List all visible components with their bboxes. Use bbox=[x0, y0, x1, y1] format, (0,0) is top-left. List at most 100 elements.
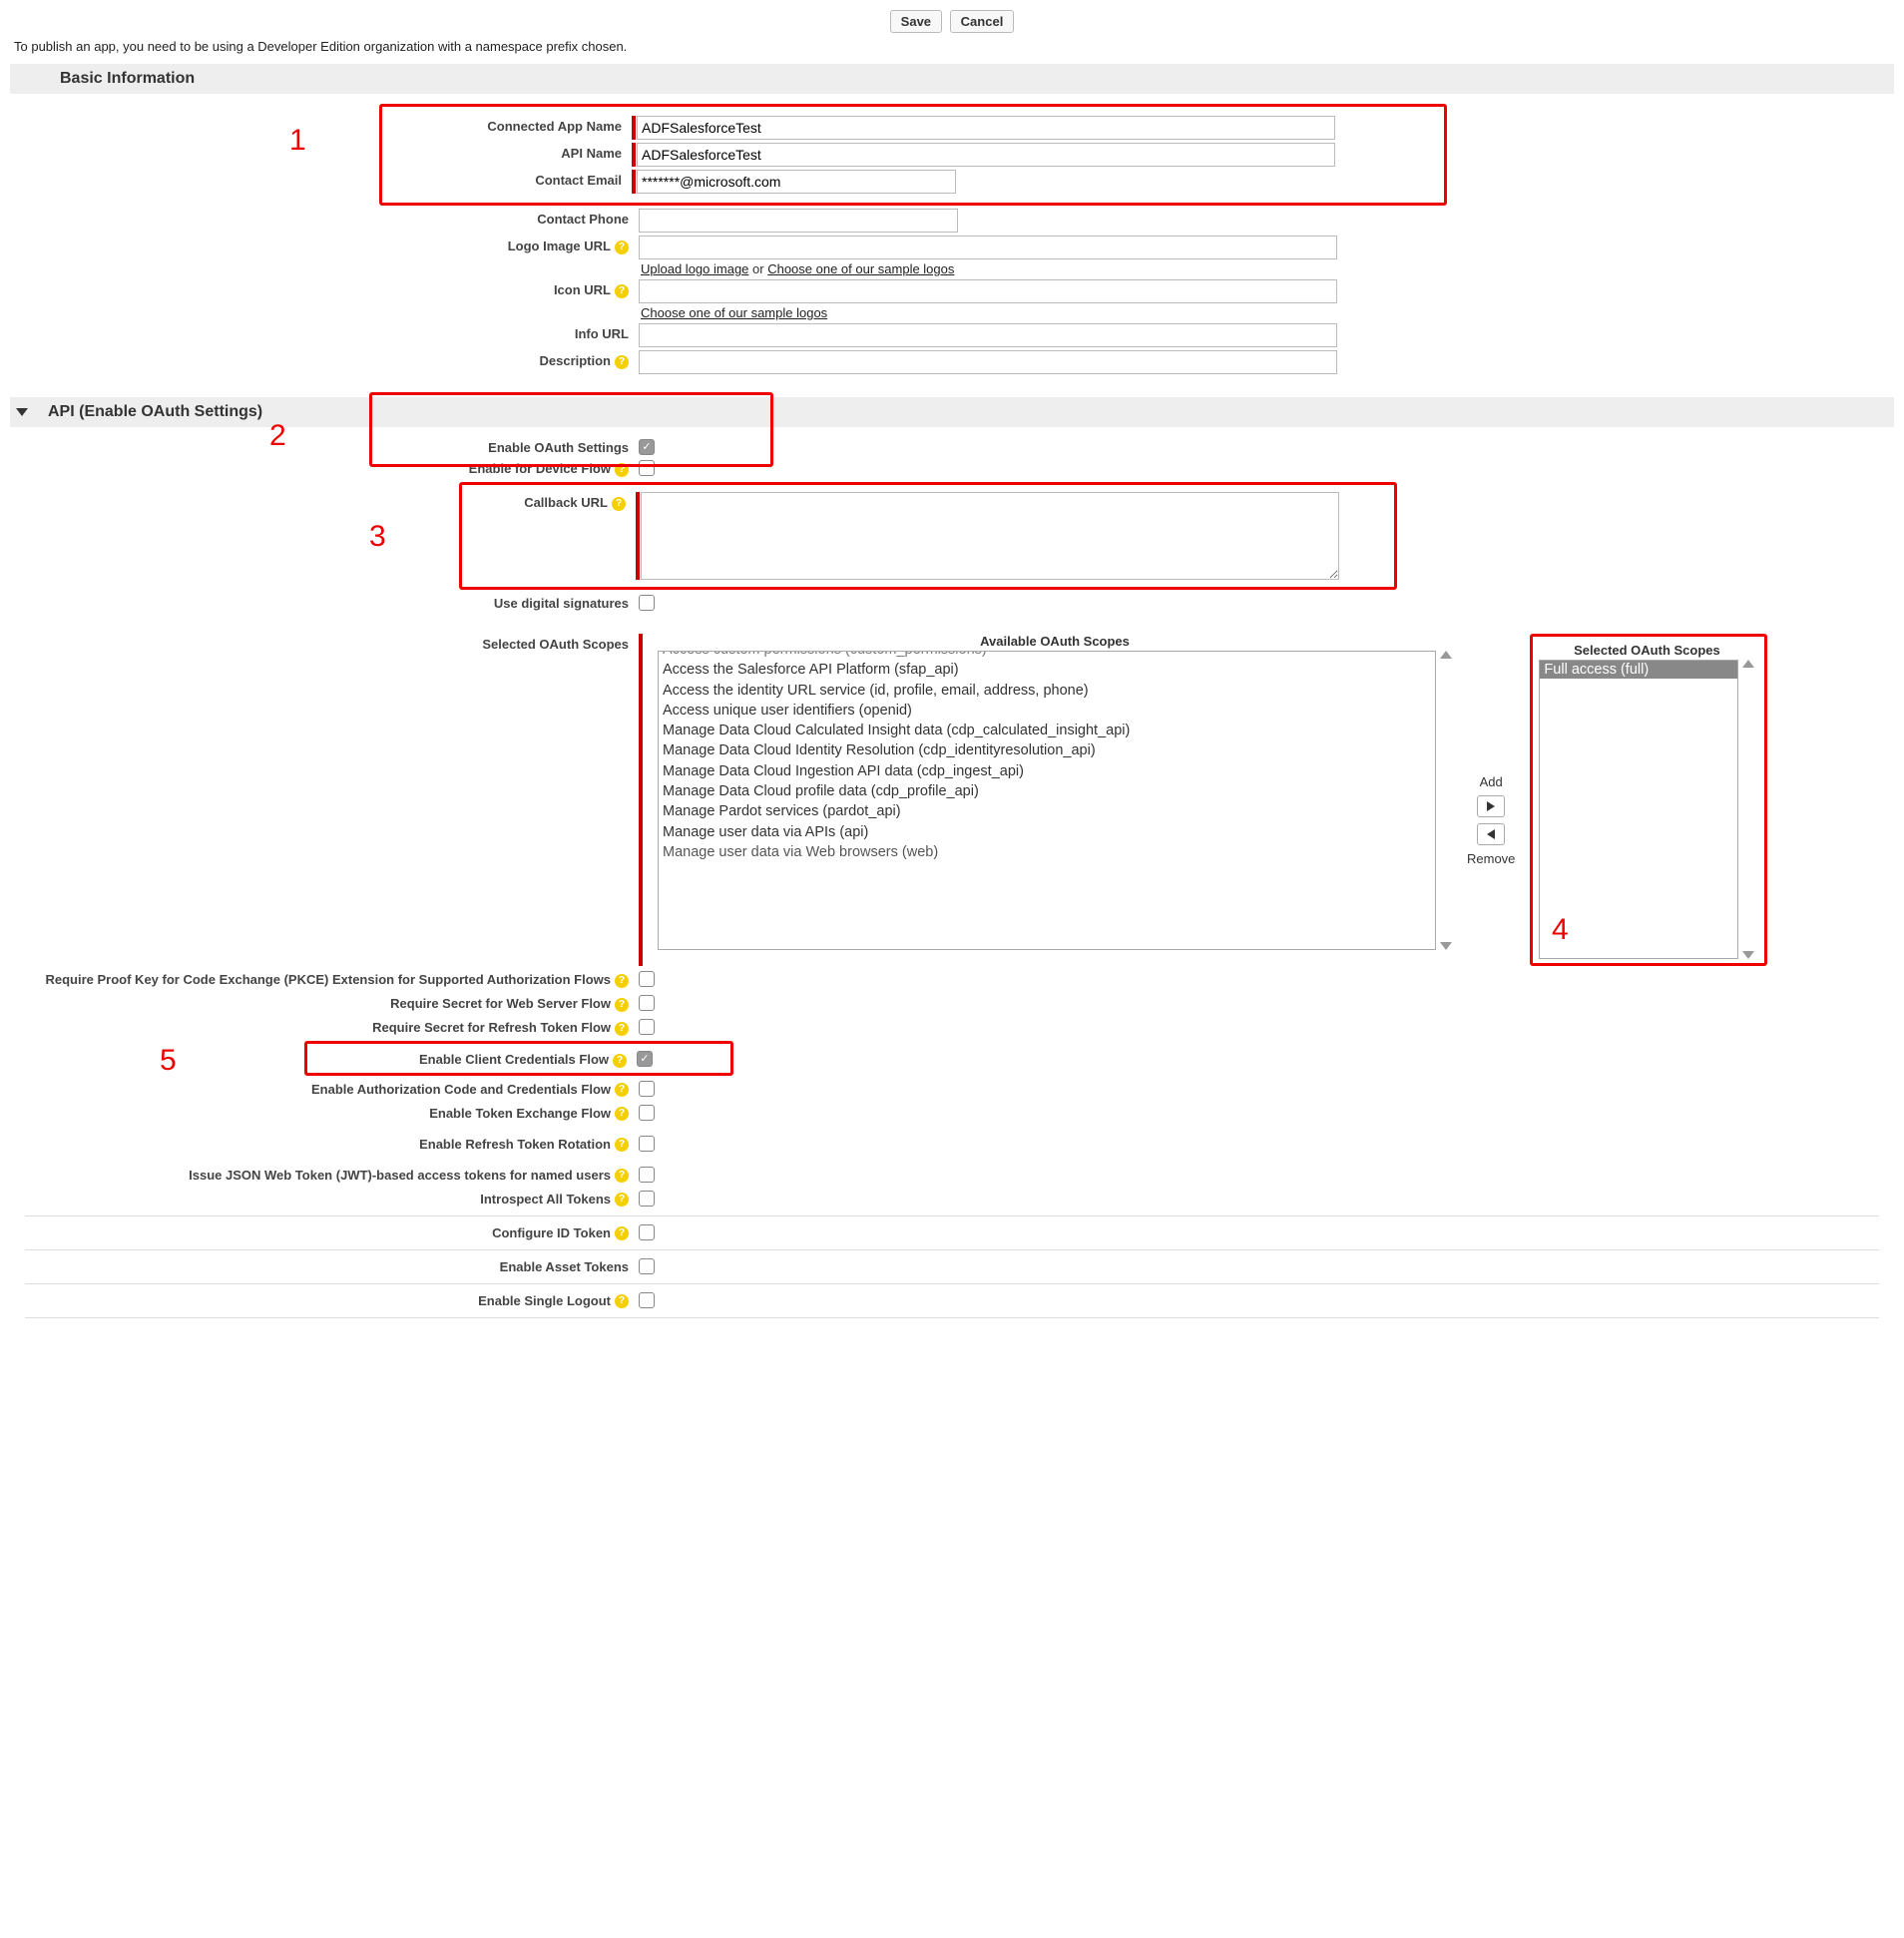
help-icon[interactable]: ? bbox=[615, 355, 629, 369]
scope-item[interactable]: Manage Data Cloud Identity Resolution (c… bbox=[663, 740, 1431, 760]
required-indicator bbox=[639, 634, 643, 966]
pkce-checkbox[interactable] bbox=[639, 971, 655, 987]
section-basic-information: Basic Information bbox=[10, 64, 1894, 94]
disclosure-triangle-icon[interactable] bbox=[16, 408, 28, 416]
selected-scopes-highlight: Selected OAuth Scopes Full access (full) bbox=[1530, 634, 1767, 966]
remove-label: Remove bbox=[1467, 851, 1515, 866]
choose-sample-icon-link[interactable]: Choose one of our sample logos bbox=[641, 305, 827, 320]
cancel-button[interactable]: Cancel bbox=[950, 10, 1015, 33]
top-button-bar: Save Cancel bbox=[10, 10, 1894, 33]
label-auth-code-creds: Enable Authorization Code and Credential… bbox=[10, 1079, 639, 1098]
logo-image-url-input[interactable] bbox=[639, 236, 1337, 259]
scroll-down-icon[interactable] bbox=[1440, 942, 1452, 950]
annotation-number-3: 3 bbox=[369, 520, 386, 554]
scope-item[interactable]: Manage Data Cloud profile data (cdp_prof… bbox=[663, 781, 1431, 801]
remove-scope-button[interactable] bbox=[1477, 823, 1505, 845]
label-refresh-rotation: Enable Refresh Token Rotation? bbox=[10, 1134, 639, 1153]
scroll-down-icon[interactable] bbox=[1742, 951, 1754, 959]
description-input[interactable] bbox=[639, 350, 1337, 374]
icon-url-input[interactable] bbox=[639, 279, 1337, 303]
scope-item[interactable]: Access the identity URL service (id, pro… bbox=[663, 681, 1431, 701]
callback-url-textarea[interactable] bbox=[641, 492, 1339, 580]
help-icon[interactable]: ? bbox=[615, 1169, 629, 1183]
choose-sample-logo-link[interactable]: Choose one of our sample logos bbox=[767, 261, 954, 276]
scope-item[interactable]: Access custom permissions (custom_permis… bbox=[663, 651, 1431, 660]
label-icon-url: Icon URL? bbox=[10, 279, 639, 298]
required-indicator bbox=[632, 170, 636, 194]
jwt-named-users-checkbox[interactable] bbox=[639, 1167, 655, 1183]
label-token-exchange: Enable Token Exchange Flow? bbox=[10, 1103, 639, 1122]
single-logout-checkbox[interactable] bbox=[639, 1292, 655, 1308]
label-asset-tokens: Enable Asset Tokens bbox=[10, 1256, 639, 1274]
introspect-all-checkbox[interactable] bbox=[639, 1191, 655, 1207]
auth-code-creds-checkbox[interactable] bbox=[639, 1081, 655, 1097]
label-description: Description? bbox=[10, 350, 639, 369]
label-client-creds: Enable Client Credentials Flow? bbox=[307, 1049, 637, 1068]
scope-item[interactable]: Access unique user identifiers (openid) bbox=[663, 701, 1431, 721]
save-button[interactable]: Save bbox=[890, 10, 942, 33]
annotation-number-1: 1 bbox=[289, 124, 306, 158]
help-icon[interactable]: ? bbox=[615, 974, 629, 988]
required-indicator bbox=[632, 116, 636, 140]
scope-item[interactable]: Manage Data Cloud Calculated Insight dat… bbox=[663, 721, 1431, 740]
contact-email-input[interactable] bbox=[637, 170, 956, 194]
scope-item[interactable]: Access the Salesforce API Platform (sfap… bbox=[663, 660, 1431, 680]
help-icon[interactable]: ? bbox=[612, 497, 626, 511]
scope-item[interactable]: Manage user data via APIs (api) bbox=[663, 822, 1431, 842]
label-single-logout: Enable Single Logout? bbox=[10, 1290, 639, 1309]
scope-item[interactable]: Manage user data via Web browsers (web) bbox=[663, 842, 1431, 862]
help-icon[interactable]: ? bbox=[615, 1083, 629, 1097]
upload-logo-link[interactable]: Upload logo image bbox=[641, 261, 748, 276]
asset-tokens-checkbox[interactable] bbox=[639, 1258, 655, 1274]
api-name-input[interactable] bbox=[637, 143, 1335, 167]
scroll-up-icon[interactable] bbox=[1742, 660, 1754, 668]
selected-scope-item[interactable]: Full access (full) bbox=[1540, 661, 1737, 679]
help-icon[interactable]: ? bbox=[615, 1294, 629, 1308]
client-creds-checkbox[interactable]: ✓ bbox=[637, 1051, 653, 1067]
help-icon[interactable]: ? bbox=[615, 284, 629, 298]
secret-web-checkbox[interactable] bbox=[639, 995, 655, 1011]
info-url-input[interactable] bbox=[639, 323, 1337, 347]
use-digital-signatures-checkbox[interactable] bbox=[639, 595, 655, 611]
selected-scopes-listbox[interactable]: Full access (full) bbox=[1539, 660, 1738, 959]
scope-item[interactable]: Manage Pardot services (pardot_api) bbox=[663, 801, 1431, 821]
available-scopes-listbox[interactable]: Access custom permissions (custom_permis… bbox=[658, 651, 1436, 950]
label-configure-id-token: Configure ID Token? bbox=[10, 1222, 639, 1241]
scope-item[interactable]: Manage Data Cloud Ingestion API data (cd… bbox=[663, 761, 1431, 781]
refresh-rotation-checkbox[interactable] bbox=[639, 1136, 655, 1152]
label-connected-app-name: Connected App Name bbox=[382, 116, 632, 134]
help-icon[interactable]: ? bbox=[615, 1107, 629, 1121]
label-callback-url: Callback URL? bbox=[462, 492, 636, 511]
section-title: API (Enable OAuth Settings) bbox=[48, 403, 262, 421]
help-icon[interactable]: ? bbox=[615, 998, 629, 1012]
label-use-digital-signatures: Use digital signatures bbox=[10, 593, 639, 611]
section-title: Basic Information bbox=[60, 70, 195, 88]
label-contact-email: Contact Email bbox=[382, 170, 632, 188]
annotation-number-2: 2 bbox=[269, 419, 286, 453]
selected-scopes-title: Selected OAuth Scopes bbox=[1574, 643, 1720, 658]
connected-app-name-input[interactable] bbox=[637, 116, 1335, 140]
section-api-oauth: API (Enable OAuth Settings) bbox=[10, 397, 1894, 427]
label-secret-web: Require Secret for Web Server Flow? bbox=[10, 993, 639, 1012]
scroll-up-icon[interactable] bbox=[1440, 651, 1452, 659]
help-icon[interactable]: ? bbox=[613, 1054, 627, 1068]
required-indicator bbox=[632, 143, 636, 167]
help-icon[interactable]: ? bbox=[615, 1193, 629, 1207]
available-scopes-title: Available OAuth Scopes bbox=[980, 634, 1130, 649]
chevron-left-icon bbox=[1487, 829, 1495, 839]
label-pkce: Require Proof Key for Code Exchange (PKC… bbox=[10, 969, 639, 988]
add-scope-button[interactable] bbox=[1477, 795, 1505, 817]
help-icon[interactable]: ? bbox=[615, 241, 629, 254]
configure-id-token-checkbox[interactable] bbox=[639, 1224, 655, 1240]
secret-refresh-checkbox[interactable] bbox=[639, 1019, 655, 1035]
intro-text: To publish an app, you need to be using … bbox=[14, 39, 1894, 54]
help-icon[interactable]: ? bbox=[615, 1022, 629, 1036]
help-icon[interactable]: ? bbox=[615, 1226, 629, 1240]
label-introspect-all: Introspect All Tokens? bbox=[10, 1189, 639, 1208]
contact-phone-input[interactable] bbox=[639, 209, 958, 233]
add-label: Add bbox=[1480, 774, 1503, 789]
required-indicator bbox=[636, 492, 640, 580]
token-exchange-checkbox[interactable] bbox=[639, 1105, 655, 1121]
help-icon[interactable]: ? bbox=[615, 1138, 629, 1152]
label-info-url: Info URL bbox=[10, 323, 639, 341]
